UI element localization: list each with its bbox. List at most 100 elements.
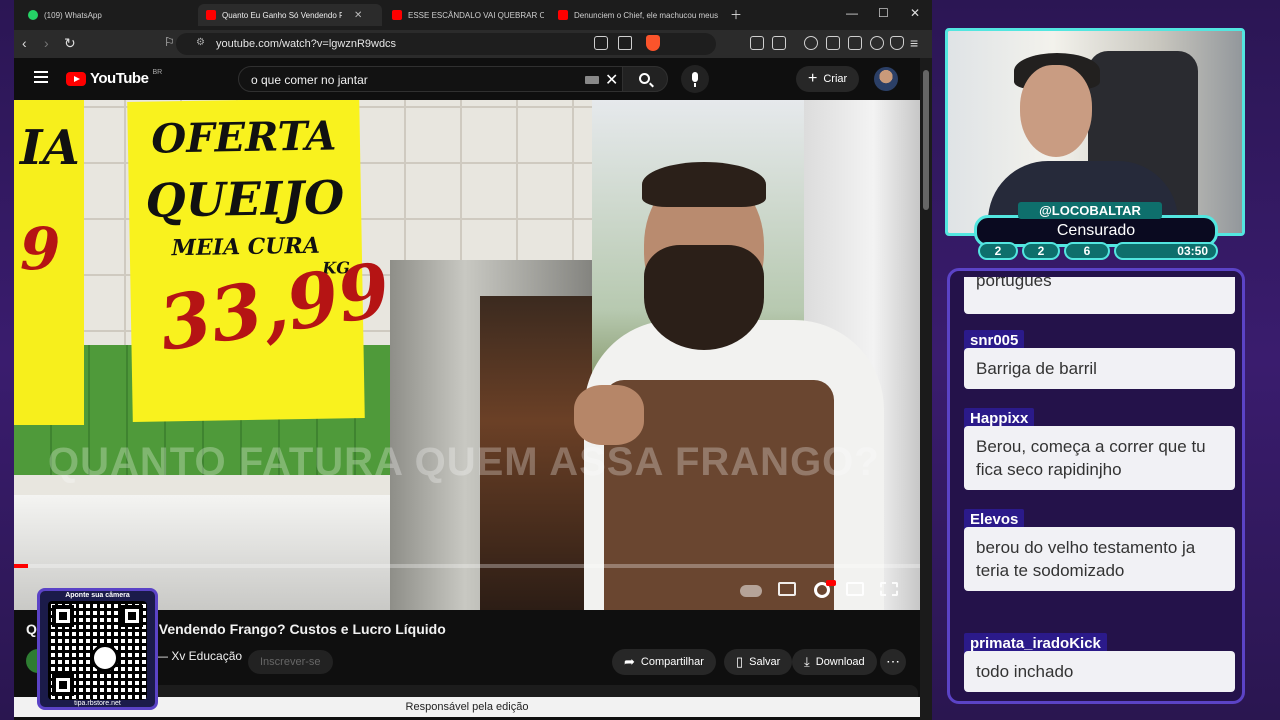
qr-caption-bottom: tipa.rbstore.net [74,700,121,707]
chat-message: Berou, começa a correr que tu fica seco … [964,426,1235,490]
clear-search-icon[interactable]: ✕ [605,70,618,90]
scrollbar-thumb[interactable] [923,70,929,210]
wallet-icon[interactable] [848,36,862,50]
video-progress-bar[interactable] [14,564,920,568]
download-button[interactable]: ⤓ Download [792,649,877,675]
sign-left-price: 9 [20,215,61,283]
tab-label: Quanto Eu Ganho Só Vendendo Fra [222,10,342,20]
cast-icon[interactable] [594,36,608,50]
video-scene-sign-left: IA 9 [14,100,84,425]
qr-caption-top: Aponte sua câmera [65,592,130,599]
extensions-icon[interactable] [750,36,764,50]
sign-price: 33,99 [153,246,396,369]
account-avatar[interactable] [874,67,898,91]
url-text: youtube.com/watch?v=lgwznR9wdcs [216,38,397,50]
chat-message-partial: português [964,277,1235,314]
stat-3: 6 [1064,242,1110,260]
description-box[interactable] [152,685,918,697]
url-field[interactable]: ⚙ youtube.com/watch?v=lgwznR9wdcs [176,33,716,55]
tab-bar: (109) WhatsApp Quanto Eu Ganho Só Venden… [14,0,932,30]
stat-2: 2 [1022,242,1060,260]
brave-shields-icon[interactable] [646,35,660,51]
sign-oferta: OFERTA [151,112,337,163]
youtube-icon [558,10,568,20]
microphone-logo-icon [91,644,119,672]
more-actions-button[interactable]: ⋯ [880,649,906,675]
chat-panel: português snr005 Barriga de barril Happi… [947,268,1245,704]
video-player[interactable]: IA 9 OFERTA QUEIJO MEIA CURA KG 33,99 QU… [14,100,920,610]
voice-search-icon[interactable] [681,65,709,93]
subtitles-icon[interactable] [778,582,796,596]
download-icon: ⤓ [804,654,810,669]
qr-finder [121,605,143,627]
page-scrollbar[interactable] [920,58,932,720]
search-button[interactable] [622,66,668,92]
tab-label: Denunciem o Chief, ele machucou meus sen [574,10,720,20]
youtube-header: YouTube BR o que comer no jantar ✕ + Cria… [14,58,932,100]
close-tab-icon[interactable]: ✕ [354,10,362,21]
screenshot-icon[interactable] [772,36,786,50]
create-label: Criar [823,73,848,85]
sign-left-letters: IA [20,120,80,176]
download-label: Download [815,656,865,668]
whatsapp-icon [28,10,38,20]
presenter-hand [574,385,644,445]
bookmark-save-icon: ▯ [736,654,744,669]
search-input[interactable]: o que comer no jantar ✕ [238,66,640,92]
tab-label: ESSE ESCÂNDALO VAI QUEBRAR O BRASIL E [408,10,544,20]
subscribe-label: Inscrever-se [260,656,321,668]
hamburger-menu-icon[interactable] [34,71,48,83]
youtube-logo[interactable]: YouTube BR [66,69,163,87]
subscribe-button[interactable]: Inscrever-se [248,650,333,674]
new-tab-icon[interactable]: ＋ [730,6,742,23]
stream-status-label: Censurado [1056,222,1136,239]
streamer-face [1020,65,1092,157]
vpn-shield-icon[interactable] [890,36,904,50]
region-code: BR [152,69,163,76]
menu-icon[interactable]: ≡ [910,35,918,51]
sidebar-icon[interactable] [826,36,840,50]
youtube-wordmark: YouTube [90,70,149,87]
close-window-icon[interactable]: ✕ [910,6,920,20]
leo-ai-icon[interactable] [870,36,884,50]
video-overlay-title: QUANTO FATURA QUEM ASSA FRANGO? [48,440,880,484]
search-icon [639,73,650,84]
miniplayer-icon[interactable] [846,582,864,596]
qr-finder [52,674,74,696]
chat-message: berou do velho testamento ja teria te so… [964,527,1235,591]
music-icon[interactable] [804,36,818,50]
back-icon[interactable]: ‹ [22,35,27,51]
video-title-start: Q [26,621,37,637]
youtube-play-icon [66,71,86,86]
reload-icon[interactable]: ↻ [64,35,76,52]
chat-message: Barriga de barril [964,348,1235,389]
site-info-icon[interactable]: ⚙ [196,37,205,48]
keyboard-icon[interactable] [585,76,599,84]
fullscreen-icon[interactable] [880,582,898,596]
tab-label: (109) WhatsApp [44,10,102,20]
tab-whatsapp[interactable]: (109) WhatsApp [20,4,200,26]
presenter-hair [642,162,766,207]
share-button[interactable]: ➦ Compartilhar [612,649,716,675]
streamer-handle: @LOCOBALTAR [1018,202,1162,219]
share-icon[interactable] [618,36,632,50]
qr-code-card: Aponte sua câmera tipa.rbstore.net [37,588,158,710]
minimize-icon[interactable]: — [846,6,858,20]
hd-badge [826,580,836,586]
video-scene-presenter [574,160,884,610]
save-label: Salvar [749,656,781,668]
maximize-icon[interactable]: ☐ [878,6,889,20]
youtube-icon [392,10,402,20]
channel-name[interactable]: — Xv Educação [156,649,242,663]
tab-youtube-3[interactable]: Denunciem o Chief, ele machucou meus sen [550,4,720,26]
plus-icon: + [808,70,818,87]
autoplay-toggle[interactable] [740,585,762,597]
tab-youtube-2[interactable]: ESSE ESCÂNDALO VAI QUEBRAR O BRASIL E [384,4,544,26]
tab-youtube-active[interactable]: Quanto Eu Ganho Só Vendendo Fra ✕ [198,4,382,26]
forward-icon[interactable]: › [44,35,49,51]
channel-name-text: Xv Educação [171,649,243,663]
save-button[interactable]: ▯ Salvar [724,649,793,675]
youtube-icon [206,10,216,20]
bookmark-icon[interactable]: ⚐ [164,35,175,49]
create-button[interactable]: + Criar [796,66,860,92]
